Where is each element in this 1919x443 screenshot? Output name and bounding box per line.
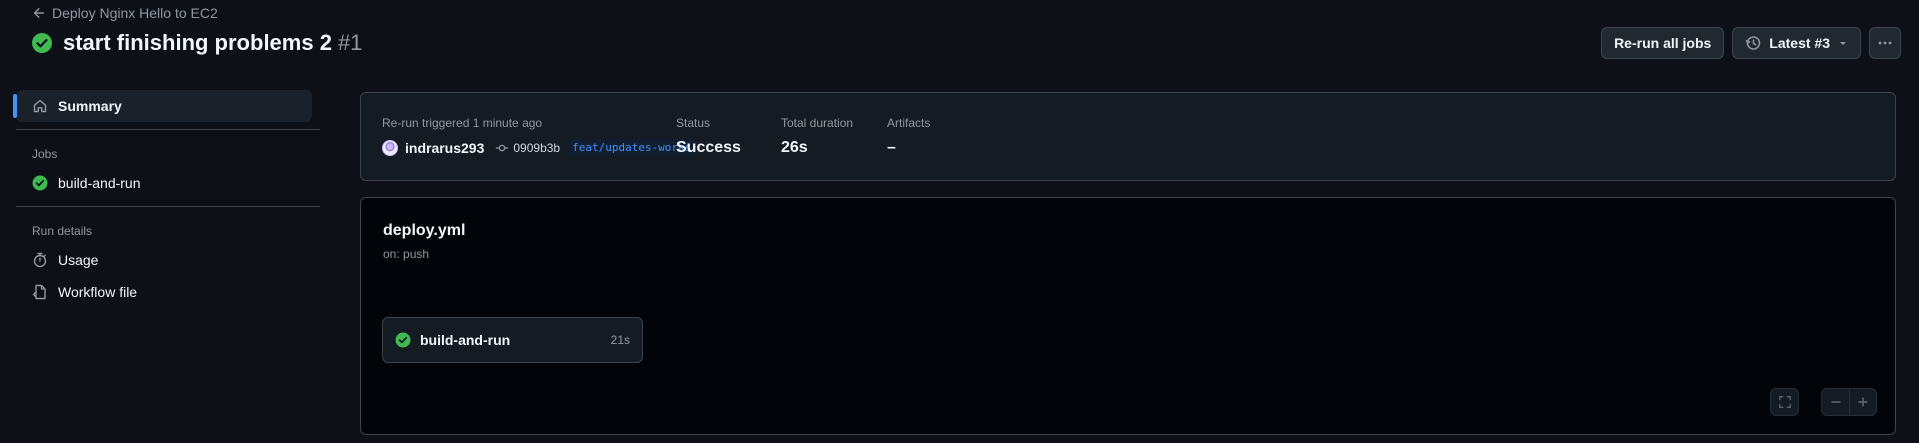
job-node-build-and-run[interactable]: build-and-run 21s (382, 317, 643, 363)
arrow-left-icon (32, 6, 46, 20)
job-node-name: build-and-run (420, 332, 511, 348)
check-circle-success-icon (31, 32, 53, 54)
graph-controls (1770, 388, 1877, 416)
run-actions: Re-run all jobs Latest #3 (1601, 27, 1901, 59)
status-info: Status Success (676, 116, 741, 157)
dash-icon (1830, 396, 1842, 408)
sidebar-item-label: build-and-run (58, 175, 141, 191)
commit-sha: 0909b3b (513, 140, 561, 155)
rerun-all-jobs-button[interactable]: Re-run all jobs (1601, 27, 1725, 59)
artifacts-value: – (887, 139, 896, 156)
back-to-workflow-link[interactable]: Deploy Nginx Hello to EC2 (32, 5, 218, 21)
trigger-info: Re-run triggered 1 minute ago indrarus29… (382, 116, 697, 156)
fullscreen-button[interactable] (1771, 389, 1798, 415)
trigger-text: Re-run triggered 1 minute ago (382, 116, 543, 130)
zoom-in-button[interactable] (1849, 389, 1876, 415)
avatar[interactable] (382, 139, 398, 156)
workflow-file-name: deploy.yml (383, 222, 466, 239)
back-link-label: Deploy Nginx Hello to EC2 (52, 5, 218, 21)
sidebar-heading-jobs: Jobs (32, 147, 58, 161)
more-options-button[interactable] (1869, 27, 1901, 59)
status-label: Status (676, 116, 711, 130)
sidebar-item-workflow-file[interactable]: Workflow file (16, 276, 312, 308)
kebab-horizontal-icon (1877, 35, 1893, 51)
commit-link[interactable]: 0909b3b (495, 141, 560, 155)
sidebar-item-label: Summary (58, 98, 122, 114)
sidebar-item-job[interactable]: build-and-run (16, 167, 312, 199)
screen-full-icon (1778, 395, 1792, 409)
status-value: Success (676, 139, 741, 156)
git-commit-icon (495, 141, 509, 155)
duration-info: Total duration 26s (781, 116, 853, 157)
plus-icon (1857, 396, 1869, 408)
home-icon (32, 98, 48, 114)
run-title-text: start finishing problems 2 (63, 30, 332, 55)
artifacts-label: Artifacts (887, 116, 931, 130)
job-node-duration: 21s (610, 333, 630, 347)
page-title: start finishing problems 2 #1 (63, 30, 362, 56)
workflow-graph: deploy.yml on: push build-and-run 21s (360, 197, 1896, 435)
run-title-row: start finishing problems 2 #1 (31, 30, 362, 56)
stopwatch-icon (32, 252, 48, 268)
duration-value: 26s (781, 139, 808, 156)
sidebar-divider (16, 129, 320, 130)
run-sidebar: Summary Jobs build-and-run Run details U… (13, 90, 320, 308)
sidebar-item-label: Workflow file (58, 284, 138, 300)
artifacts-info: Artifacts – (887, 116, 930, 157)
history-icon (1745, 35, 1761, 51)
sidebar-heading-run-details: Run details (32, 224, 93, 238)
run-summary-card: Re-run triggered 1 minute ago indrarus29… (360, 92, 1896, 181)
check-circle-success-icon (32, 175, 48, 191)
duration-label: Total duration (781, 116, 854, 130)
sidebar-divider (16, 206, 320, 207)
sidebar-item-label: Usage (58, 252, 99, 268)
file-code-icon (32, 284, 48, 300)
attempt-select-button[interactable]: Latest #3 (1732, 27, 1861, 59)
sidebar-item-usage[interactable]: Usage (16, 244, 312, 276)
actor-link[interactable]: indrarus293 (405, 140, 484, 156)
run-number: #1 (337, 30, 363, 55)
triangle-down-icon (1838, 38, 1848, 48)
zoom-out-button[interactable] (1822, 389, 1849, 415)
workflow-trigger: on: push (383, 247, 430, 261)
attempt-select-label: Latest #3 (1769, 35, 1830, 51)
sidebar-item-summary[interactable]: Summary (13, 90, 312, 122)
check-circle-success-icon (395, 332, 411, 348)
